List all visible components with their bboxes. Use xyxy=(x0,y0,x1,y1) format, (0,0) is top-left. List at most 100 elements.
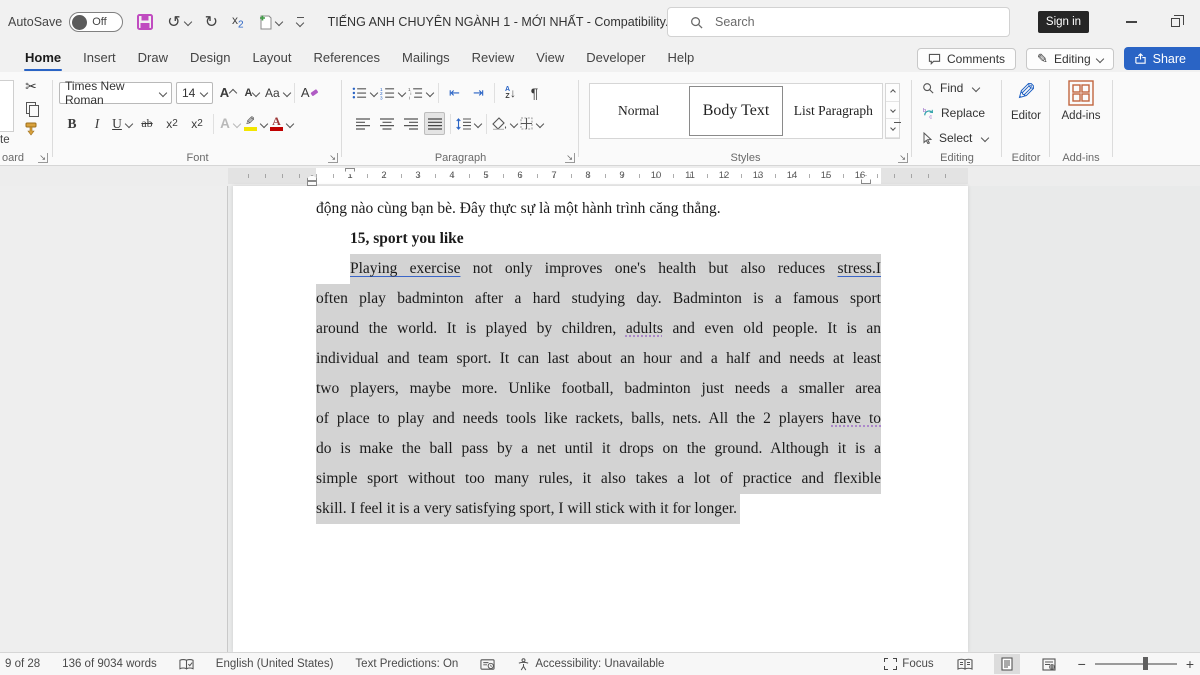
style-list-paragraph[interactable]: List Paragraph xyxy=(787,86,880,136)
styles-scroll-down-button[interactable] xyxy=(886,102,899,120)
zoom-out-button[interactable]: − xyxy=(1078,659,1086,669)
highlight-color-button[interactable]: ✎ xyxy=(244,112,267,135)
paragraph-dialog-launcher[interactable] xyxy=(565,153,575,163)
clear-formatting-button[interactable]: A xyxy=(299,81,321,104)
subscript-icon: x2 xyxy=(232,13,244,30)
clipboard-dialog-launcher[interactable] xyxy=(38,153,48,163)
borders-button[interactable] xyxy=(520,112,543,135)
align-right-button[interactable] xyxy=(400,112,421,135)
accessibility-person-icon xyxy=(517,658,530,671)
page-indicator[interactable]: 9 of 28 xyxy=(3,658,42,670)
document-page[interactable]: động nào cùng bạn bè. Đây thực sự là một… xyxy=(233,186,968,652)
bullets-button[interactable] xyxy=(352,81,377,104)
font-size-select[interactable]: 14 xyxy=(176,82,213,104)
bold-button[interactable]: B xyxy=(61,112,83,135)
italic-button[interactable]: I xyxy=(86,112,108,135)
title-bar: AutoSave Off ↺ ↻ x2 xyxy=(0,0,1200,44)
change-case-button[interactable]: Aa xyxy=(265,81,290,104)
shrink-font-button[interactable]: A xyxy=(241,81,263,104)
decrease-indent-button[interactable]: ⇤ xyxy=(444,81,465,104)
paste-qat-button[interactable] xyxy=(258,14,282,30)
tab-developer[interactable]: Developer xyxy=(575,45,656,71)
show-hide-marks-button[interactable]: ¶ xyxy=(524,81,545,104)
text-effects-button[interactable]: A xyxy=(219,112,241,135)
font-family-select[interactable]: Times New Roman xyxy=(59,82,172,104)
justify-button[interactable] xyxy=(424,112,445,135)
word-count[interactable]: 136 of 9034 words xyxy=(60,658,159,670)
customize-qat-button[interactable] xyxy=(296,17,306,27)
paste-button[interactable] xyxy=(0,80,14,132)
find-button[interactable]: Find xyxy=(922,81,979,95)
tab-draw[interactable]: Draw xyxy=(127,45,179,71)
minimize-icon[interactable] xyxy=(1126,21,1137,23)
font-color-button[interactable]: A xyxy=(270,112,293,135)
share-button[interactable]: Share xyxy=(1124,47,1200,70)
shading-button[interactable] xyxy=(492,112,517,135)
autosave-state: Off xyxy=(92,16,106,28)
tab-layout[interactable]: Layout xyxy=(241,45,302,71)
styles-dialog-launcher[interactable] xyxy=(898,153,908,163)
cut-button[interactable]: ✂ xyxy=(25,78,37,95)
editing-mode-button[interactable]: ✎ Editing xyxy=(1026,48,1114,70)
save-button[interactable] xyxy=(137,14,153,30)
font-dialog-launcher[interactable] xyxy=(328,153,338,163)
zoom-slider-handle[interactable] xyxy=(1143,657,1148,670)
search-bar[interactable] xyxy=(667,7,1010,37)
tab-help[interactable]: Help xyxy=(657,45,706,71)
tab-mailings[interactable]: Mailings xyxy=(391,45,461,71)
autosave-toggle[interactable]: Off xyxy=(69,12,123,32)
subscript-qat-button[interactable]: x2 xyxy=(232,13,244,30)
accessibility-status-button[interactable]: Accessibility: Unavailable xyxy=(515,658,666,671)
strikethrough-button[interactable]: ab xyxy=(136,112,158,135)
print-layout-button[interactable] xyxy=(994,654,1020,674)
align-left-button[interactable] xyxy=(352,112,373,135)
focus-mode-button[interactable]: Focus xyxy=(882,658,935,670)
copy-button[interactable] xyxy=(26,102,37,115)
horizontal-ruler[interactable]: 12345678910111213141516 xyxy=(228,168,968,184)
sign-in-button[interactable]: Sign in xyxy=(1038,11,1089,33)
zoom-in-button[interactable]: + xyxy=(1186,659,1194,669)
replace-button[interactable]: cb Replace xyxy=(922,106,985,120)
editor-status-button[interactable] xyxy=(478,658,497,671)
tab-design[interactable]: Design xyxy=(179,45,241,71)
text-predictions-indicator[interactable]: Text Predictions: On xyxy=(353,658,460,670)
tab-review[interactable]: Review xyxy=(461,45,526,71)
font-group-label: Font xyxy=(53,152,342,164)
tab-insert[interactable]: Insert xyxy=(72,45,127,71)
editor-button[interactable]: ✎ Editor xyxy=(1002,80,1050,122)
increase-indent-button[interactable]: ⇥ xyxy=(468,81,489,104)
zoom-slider[interactable] xyxy=(1095,663,1177,665)
sort-button[interactable]: AZ↓ xyxy=(500,81,521,104)
document-title[interactable]: TIẾNG ANH CHUYÊN NGÀNH 1 - MỚI NHẤT - Co… xyxy=(328,15,686,29)
grow-font-button[interactable]: A xyxy=(217,81,239,104)
paragraph-line: Playing exercise not only improves one's… xyxy=(350,254,881,284)
editor-group: ✎ Editor Editor xyxy=(1002,72,1050,166)
ruler-number: 14 xyxy=(787,170,798,181)
read-mode-button[interactable] xyxy=(952,654,978,674)
proofing-status-button[interactable] xyxy=(177,658,196,671)
comments-button[interactable]: Comments xyxy=(917,48,1016,70)
tab-home[interactable]: Home xyxy=(14,45,72,71)
subscript-button[interactable]: x2 xyxy=(161,112,183,135)
superscript-button[interactable]: x2 xyxy=(186,112,208,135)
multilevel-list-button[interactable]: 1ii xyxy=(408,81,433,104)
redo-button[interactable]: ↻ xyxy=(205,12,218,32)
select-button[interactable]: Select xyxy=(922,131,988,145)
style-body-text[interactable]: Body Text xyxy=(689,86,782,136)
style-normal[interactable]: Normal xyxy=(592,86,685,136)
format-painter-button[interactable] xyxy=(24,122,38,136)
search-input[interactable] xyxy=(715,15,965,29)
underline-button[interactable]: U xyxy=(111,112,133,135)
tab-references[interactable]: References xyxy=(303,45,391,71)
tab-view[interactable]: View xyxy=(525,45,575,71)
language-indicator[interactable]: English (United States) xyxy=(214,658,336,670)
numbering-button[interactable]: 123 xyxy=(380,81,405,104)
addins-button[interactable]: Add-ins xyxy=(1050,80,1112,122)
line-spacing-button[interactable] xyxy=(456,112,481,135)
restore-icon[interactable] xyxy=(1171,18,1180,27)
undo-button[interactable]: ↺ xyxy=(167,12,190,32)
styles-scroll-up-button[interactable] xyxy=(886,84,899,102)
web-layout-button[interactable] xyxy=(1036,654,1062,674)
align-center-button[interactable] xyxy=(376,112,397,135)
styles-gallery-more-button[interactable] xyxy=(886,119,899,138)
